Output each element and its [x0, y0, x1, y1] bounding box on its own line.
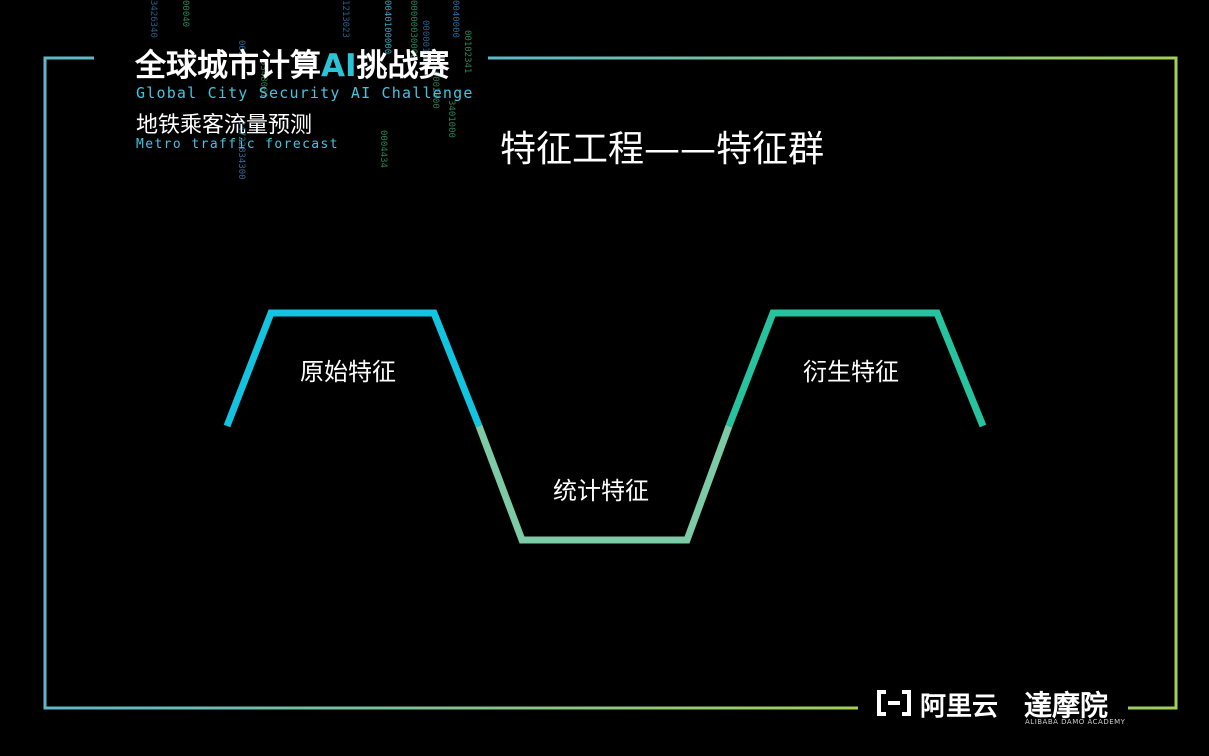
- challenge-title: 全球城市计算AI挑战赛: [135, 40, 450, 85]
- aliyun-logo: 阿里云: [920, 692, 999, 722]
- slide-title: 特征工程——特征群: [500, 129, 825, 170]
- matrix-column: 3426340: [148, 0, 158, 38]
- title-part2: 挑战赛: [356, 48, 450, 84]
- challenge-subtitle: 地铁乘客流量预测: [136, 113, 313, 138]
- title-part1: 全球城市计算: [135, 48, 321, 84]
- matrix-column: 00102341: [462, 30, 472, 74]
- matrix-column: 3401000: [446, 100, 456, 138]
- damo-logo-en: ALIBABA DAMO ACADEMY: [1025, 718, 1126, 726]
- label-raw-features: 原始特征: [300, 358, 396, 386]
- label-stat-features: 统计特征: [553, 477, 649, 505]
- label-derived-features: 衍生特征: [803, 358, 899, 386]
- matrix-column: 0040000: [450, 0, 460, 38]
- title-ai: AI: [321, 48, 357, 84]
- matrix-column: 00040: [180, 0, 190, 28]
- challenge-title-en: Global City Security AI Challenge: [136, 84, 474, 102]
- challenge-subtitle-en: Metro traffic forecast: [136, 137, 339, 152]
- matrix-column: 0004434: [378, 130, 388, 168]
- matrix-column: 1213023: [340, 0, 350, 38]
- slide: 3426340 00040 000 5348001 1213023 34722834300…: [0, 0, 1209, 756]
- aliyun-logo-icon: [877, 690, 911, 716]
